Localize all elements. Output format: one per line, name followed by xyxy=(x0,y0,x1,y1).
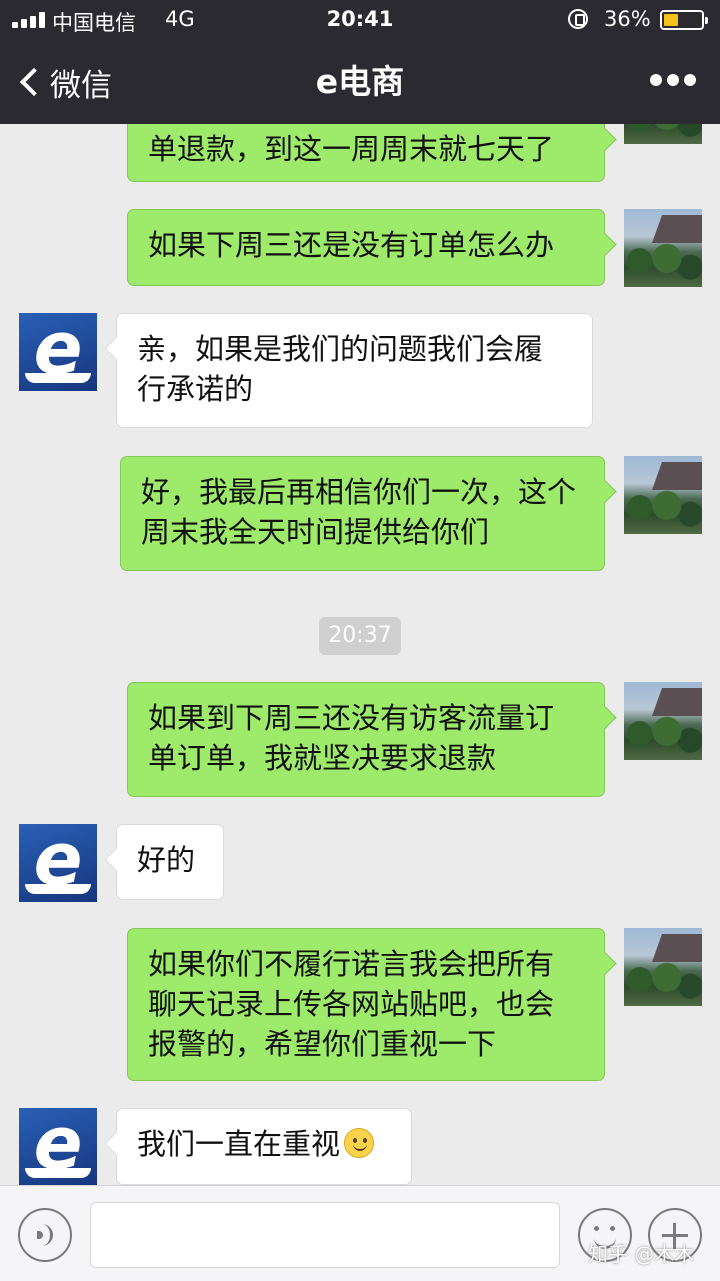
my-avatar[interactable] xyxy=(624,456,702,534)
message-text: 单退款，到这一周周末就七天了 xyxy=(148,132,555,166)
message-bubble-sent[interactable]: 好，我最后再相信你们一次，这个周末我全天时间提供给你们 xyxy=(120,456,605,571)
message-text: 好，我最后再相信你们一次，这个周末我全天时间提供给你们 xyxy=(141,475,577,549)
message-bubble-received[interactable]: 亲，如果是我们的问题我们会履行承诺的 xyxy=(116,313,593,428)
contact-avatar[interactable]: e xyxy=(19,1108,97,1186)
chat-title: e电商 xyxy=(315,62,405,101)
my-avatar[interactable] xyxy=(624,209,702,287)
top-bar: 中国电信 4G 20:41 36% 微信 e电商 xyxy=(0,0,720,124)
contact-avatar[interactable]: e xyxy=(19,824,97,902)
message-text: 亲，如果是我们的问题我们会履行承诺的 xyxy=(137,332,544,406)
message-input[interactable] xyxy=(90,1202,560,1268)
message-bubble-sent[interactable]: 如果下周三还是没有订单怎么办 xyxy=(127,209,605,286)
more-dots-icon[interactable] xyxy=(650,74,696,88)
battery-icon xyxy=(660,10,708,30)
message-text: 如果你们不履行诺言我会把所有聊天记录上传各网站贴吧，也会报警的，希望你们重视一下 xyxy=(148,947,555,1061)
message-text: 如果下周三还是没有订单怎么办 xyxy=(148,228,555,262)
message-bubble-received[interactable]: 好的 xyxy=(116,824,224,900)
voice-icon[interactable] xyxy=(18,1208,72,1262)
message-text: 我们一直在重视 xyxy=(137,1127,341,1161)
my-avatar[interactable] xyxy=(624,928,702,1006)
orientation-lock-icon xyxy=(568,9,588,29)
timestamp-badge: 20:37 xyxy=(319,617,401,655)
message-text: 好的 xyxy=(137,843,196,877)
message-bubble-sent[interactable]: 如果你们不履行诺言我会把所有聊天记录上传各网站贴吧，也会报警的，希望你们重视一下 xyxy=(127,928,605,1081)
watermark: 知乎 @木木 xyxy=(588,1242,695,1266)
contact-avatar[interactable]: e xyxy=(19,313,97,391)
my-avatar[interactable] xyxy=(624,682,702,760)
battery-percent: 36% xyxy=(604,7,651,31)
message-bubble-sent[interactable]: 如果到下周三还没有访客流量订单订单，我就坚决要求退款 xyxy=(127,682,605,797)
message-text: 如果到下周三还没有访客流量订单订单，我就坚决要求退款 xyxy=(148,701,555,775)
message-bubble-received[interactable]: 我们一直在重视 xyxy=(116,1108,412,1185)
status-bar: 中国电信 4G 20:41 36% xyxy=(0,0,720,40)
smile-emoji-icon xyxy=(344,1128,375,1158)
